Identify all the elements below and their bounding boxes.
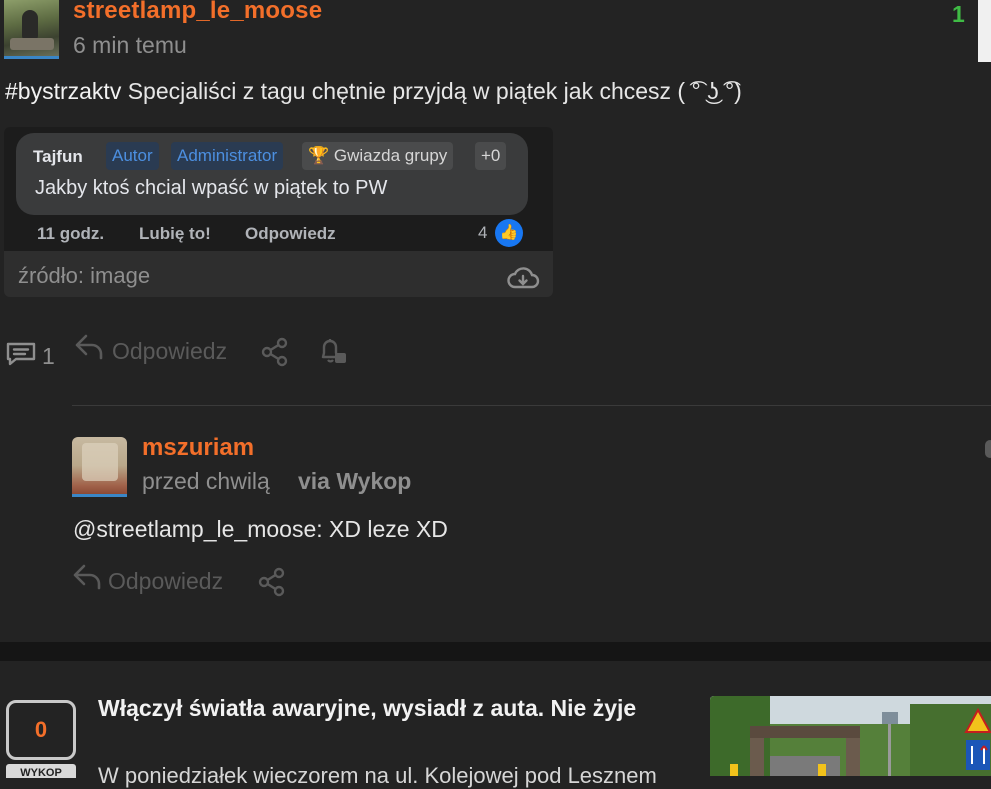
thumbs-up-icon: 👍 [495, 219, 523, 247]
bell-icon[interactable] [318, 336, 348, 366]
article-title[interactable]: Włączył światła awaryjne, wysiadł z auta… [98, 692, 658, 725]
badge-author: Autor [106, 142, 159, 170]
share-icon[interactable] [257, 567, 287, 597]
fb-reply-label: Odpowiedz [245, 224, 336, 243]
author-avatar[interactable] [4, 0, 59, 59]
reply-author-avatar[interactable] [72, 437, 127, 497]
badge-admin: Administrator [171, 142, 284, 170]
badge-plus: +0 [475, 142, 507, 170]
badge-group-star: 🏆 Gwiazda grupy [302, 142, 454, 170]
embedded-image[interactable]: Tajfun Autor Administrator 🏆 Gwiazda gru… [4, 127, 553, 297]
comment-divider [72, 405, 991, 406]
vote-count: 1 [952, 1, 965, 27]
reply-author-name[interactable]: mszuriam [142, 434, 254, 462]
reply-icon[interactable] [74, 333, 104, 361]
post-text: Specjaliści z tagu chętnie przyjdą w pią… [121, 78, 742, 104]
more-options-handle[interactable] [985, 440, 991, 458]
post-content: #bystrzaktv Specjaliści z tagu chętnie p… [5, 78, 742, 105]
article-snippet: W poniedziałek wieczorem na ul. Kolejowe… [98, 763, 657, 788]
avatar-photo [82, 443, 118, 481]
section-separator [0, 642, 991, 661]
reply-button[interactable]: Odpowiedz [112, 338, 227, 365]
post-author-name[interactable]: streetlamp_le_moose [73, 0, 322, 25]
reply-timestamp[interactable]: przed chwilą [142, 468, 270, 495]
share-icon[interactable] [260, 337, 290, 367]
fb-comment-time: 11 godz. [37, 224, 105, 243]
comments-icon[interactable] [5, 341, 37, 367]
reply-icon[interactable] [72, 563, 102, 591]
vote-button[interactable] [978, 0, 991, 62]
reply-text: @streetlamp_le_moose: XD leze XD [73, 516, 448, 542]
embed-source-label: źródło: image [18, 263, 151, 288]
digg-counter[interactable]: 0 [6, 700, 76, 760]
facebook-comment-screenshot: Tajfun Autor Administrator 🏆 Gwiazda gru… [4, 127, 553, 251]
hashtag-link[interactable]: #bystrzaktv [5, 78, 121, 104]
post-timestamp[interactable]: 6 min temu [73, 32, 187, 59]
fb-comment-author: Tajfun [33, 147, 83, 166]
cloud-download-icon[interactable] [506, 265, 540, 291]
avatar-base [10, 38, 54, 50]
bird-silhouette [22, 10, 38, 40]
fb-comment-text: Jakby ktoś chcial wpaść w piątek to PW [35, 177, 388, 199]
comments-count[interactable]: 1 [42, 343, 55, 370]
reply-via-label: via Wykop [298, 468, 412, 494]
fb-like-label: Lubię to! [139, 224, 211, 243]
fb-like-count: 4 [478, 223, 488, 242]
article-thumbnail[interactable] [710, 696, 991, 776]
thumbnail-scene [710, 696, 991, 776]
reply-comment-button[interactable]: Odpowiedz [108, 568, 223, 595]
